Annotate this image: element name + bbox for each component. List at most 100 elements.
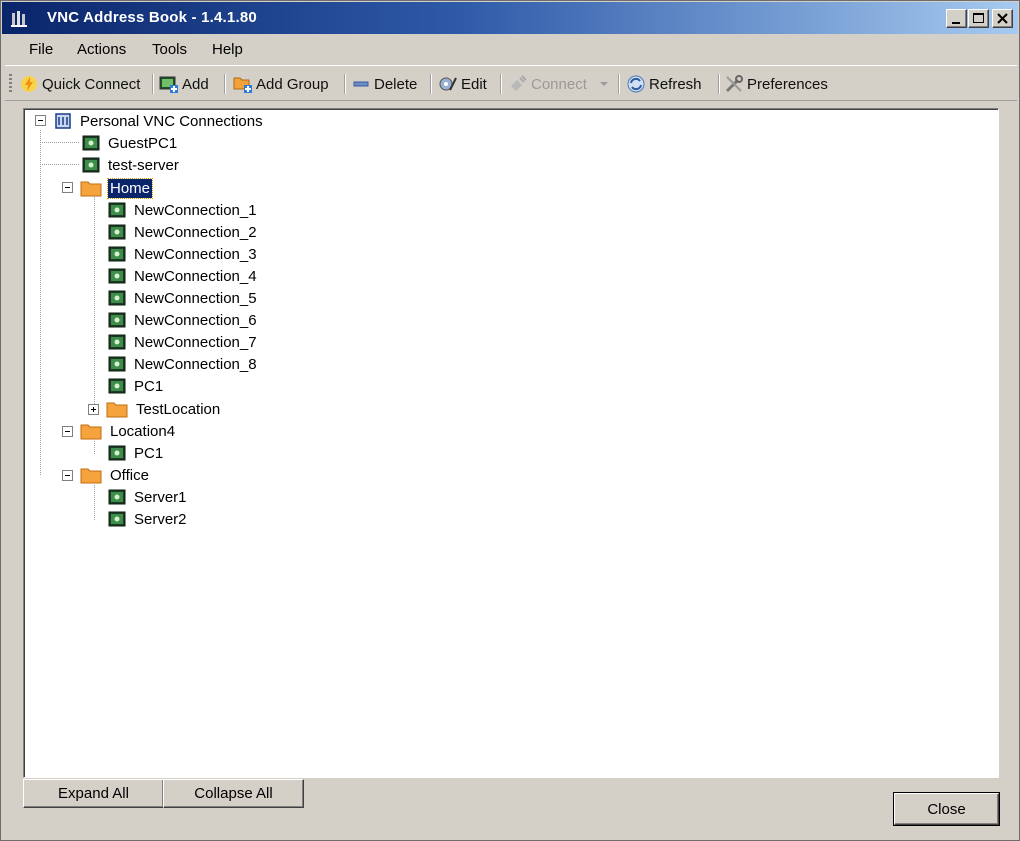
vnc-connection-icon [108,290,126,306]
vnc-address-book-window: VNC Address Book - 1.4.1.80 File Actions… [0,0,1020,841]
tree-group-testlocation[interactable]: TestLocation [106,399,222,419]
folder-icon [80,468,102,484]
tree-item-label: NewConnection_7 [134,333,257,351]
tree-item-label: NewConnection_6 [134,311,257,329]
add-label: Add [182,75,209,93]
connections-tree[interactable]: Personal VNC Connections GuestPC1 test-s… [23,108,999,778]
tree-item-label: NewConnection_4 [134,267,257,285]
tree-group-label: Office [110,466,149,484]
maximize-button[interactable] [968,9,989,28]
menu-help[interactable]: Help [210,41,245,58]
menu-tools[interactable]: Tools [150,41,189,58]
tree-item-label: Server2 [134,510,187,528]
toolbar-separator [344,74,346,94]
tree-item-server1[interactable]: Server1 [108,487,189,507]
delete-label: Delete [374,75,418,93]
edit-icon [439,77,457,91]
tree-group-office[interactable]: Office [80,465,151,485]
vnc-connection-icon [108,356,126,372]
toolbar-separator [430,74,432,94]
tree-item-location4-pc1[interactable]: PC1 [108,443,165,463]
tree-item-label: NewConnection_5 [134,289,257,307]
add-group-icon [233,77,252,93]
folder-icon [106,402,128,418]
tree-root[interactable]: Personal VNC Connections [54,111,265,131]
vnc-connection-icon [108,224,126,240]
minimize-button[interactable] [946,9,967,28]
tree-connector [40,142,80,143]
refresh-label: Refresh [649,75,702,93]
tree-item-guestpc1[interactable]: GuestPC1 [82,133,179,153]
tree-item-newconnection-8[interactable]: NewConnection_8 [108,354,259,374]
tree-item-newconnection-4[interactable]: NewConnection_4 [108,266,259,286]
vnc-connection-icon [108,511,126,527]
tree-group-home[interactable]: Home [80,177,154,199]
expand-testlocation-toggle[interactable] [88,404,99,415]
tree-item-newconnection-1[interactable]: NewConnection_1 [108,200,259,220]
tools-icon [725,75,743,93]
menu-actions[interactable]: Actions [75,41,128,58]
menu-file[interactable]: File [27,41,55,58]
folder-icon [80,181,102,197]
add-group-label: Add Group [256,75,329,93]
vnc-connection-icon [108,312,126,328]
toolbar-separator [152,74,154,94]
tree-item-label: NewConnection_1 [134,201,257,219]
add-group-button[interactable]: Add Group [233,71,329,97]
delete-button[interactable]: Delete [351,71,417,97]
collapse-home-toggle[interactable] [62,182,73,193]
connect-plug-icon [511,75,527,91]
toolbar: Quick Connect Add Add Group Delete Edit … [5,65,1017,101]
collapse-location4-toggle[interactable] [62,426,73,437]
tree-connector [94,197,95,409]
window-title: VNC Address Book - 1.4.1.80 [47,9,257,26]
address-book-icon [55,113,71,129]
refresh-button[interactable]: Refresh [626,71,702,97]
preferences-button[interactable]: Preferences [724,71,828,97]
chevron-down-icon[interactable] [597,79,611,89]
tree-item-server2[interactable]: Server2 [108,509,189,529]
quick-connect-button[interactable]: Quick Connect [19,71,140,97]
close-button[interactable]: Close [894,793,999,825]
tree-item-label: NewConnection_8 [134,355,257,373]
toolbar-separator [718,74,720,94]
expand-all-button[interactable]: Expand All [23,779,164,808]
edit-label: Edit [461,75,487,93]
tree-item-label: NewConnection_2 [134,223,257,241]
vnc-connection-icon [108,378,126,394]
collapse-office-toggle[interactable] [62,470,73,481]
minimize-icon [952,22,960,24]
tree-item-pc1[interactable]: PC1 [108,376,165,396]
tree-group-label: Location4 [110,422,176,440]
add-connection-icon [159,76,178,93]
connect-button[interactable]: Connect [508,71,611,97]
tree-item-label: GuestPC1 [108,134,178,152]
tree-item-newconnection-5[interactable]: NewConnection_5 [108,288,259,308]
toolbar-separator [500,74,502,94]
toolbar-separator [618,74,620,94]
vnc-connection-icon [82,135,100,151]
toolbar-grip[interactable] [9,74,12,94]
edit-button[interactable]: Edit [438,71,487,97]
preferences-label: Preferences [747,75,828,93]
tree-root-label: Personal VNC Connections [80,112,263,130]
tree-item-test-server[interactable]: test-server [82,155,181,175]
close-window-button[interactable] [992,9,1013,28]
tree-group-location4[interactable]: Location4 [80,421,177,441]
tree-item-newconnection-2[interactable]: NewConnection_2 [108,222,259,242]
vnc-connection-icon [108,246,126,262]
add-button[interactable]: Add [159,71,209,97]
collapse-root-toggle[interactable] [35,115,46,126]
vnc-connection-icon [108,445,126,461]
collapse-all-button[interactable]: Collapse All [163,779,304,808]
title-bar[interactable]: VNC Address Book - 1.4.1.80 [2,2,1018,34]
tree-group-home-label: Home [106,177,154,199]
vnc-connection-icon [108,202,126,218]
tree-item-newconnection-7[interactable]: NewConnection_7 [108,332,259,352]
tree-item-newconnection-6[interactable]: NewConnection_6 [108,310,259,330]
vnc-connection-icon [82,157,100,173]
tree-item-label: test-server [108,156,179,174]
close-icon [997,13,1008,24]
lightning-icon [21,76,37,92]
tree-item-newconnection-3[interactable]: NewConnection_3 [108,244,259,264]
